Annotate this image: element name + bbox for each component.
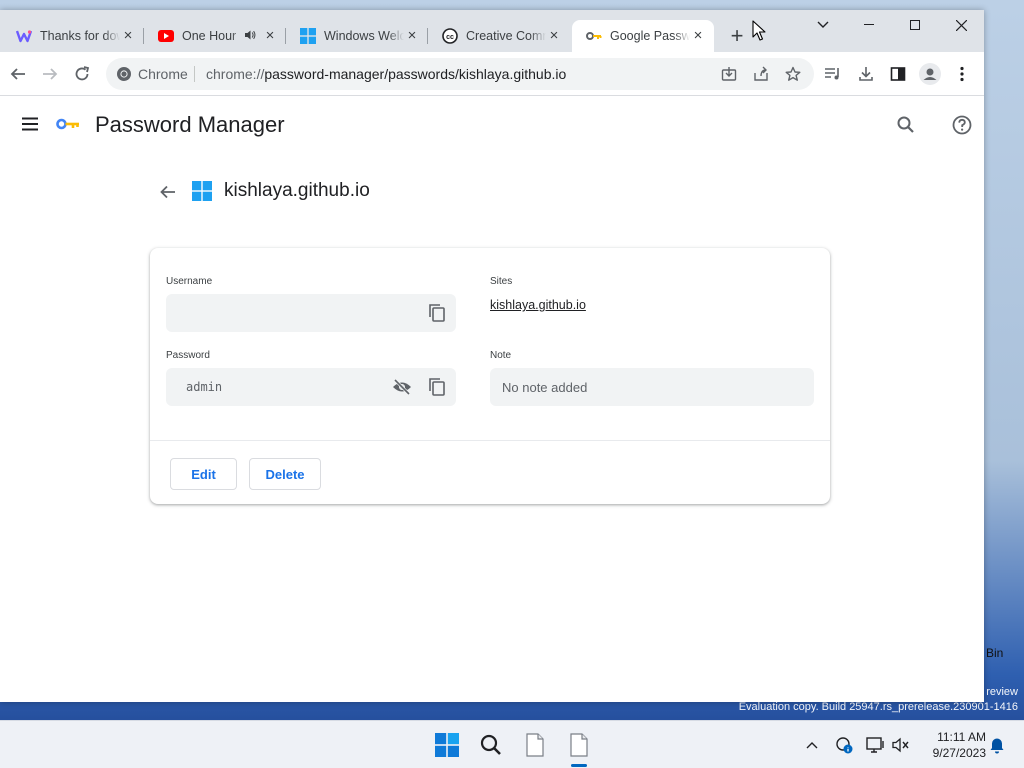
share-icon[interactable] bbox=[751, 64, 771, 84]
password-field[interactable]: admin bbox=[166, 368, 456, 406]
close-tab-icon[interactable]: × bbox=[120, 28, 136, 44]
username-field[interactable] bbox=[166, 294, 456, 332]
watermark-line1: review bbox=[986, 686, 1018, 698]
tab-creative-commons[interactable]: cc Creative Commons × bbox=[428, 20, 570, 52]
tab-password-manager[interactable]: Google Password Manager × bbox=[572, 20, 714, 52]
card-divider bbox=[150, 440, 830, 441]
search-icon[interactable] bbox=[475, 729, 507, 761]
windows-logo-icon bbox=[192, 181, 212, 201]
desktop-icon-label[interactable]: Bin bbox=[986, 646, 1003, 660]
password-manager-page: Password Manager kishlaya.github.io User… bbox=[0, 96, 984, 702]
maximize-button[interactable] bbox=[892, 10, 938, 40]
more-menu-icon[interactable] bbox=[948, 60, 976, 88]
copy-username-icon[interactable] bbox=[427, 303, 447, 323]
password-value: admin bbox=[186, 380, 223, 394]
note-placeholder: No note added bbox=[502, 380, 588, 395]
system-clock[interactable]: 11:11 AM 9/27/2023 bbox=[916, 729, 986, 761]
tab-title: Google Password Manager bbox=[610, 29, 690, 43]
search-icon[interactable] bbox=[895, 114, 917, 136]
profile-avatar[interactable] bbox=[916, 60, 944, 88]
forward-button[interactable] bbox=[36, 60, 64, 88]
url-path: password-manager/passwords/kishlaya.gith… bbox=[264, 66, 567, 82]
password-manager-logo-icon bbox=[56, 116, 80, 132]
sites-label: Sites bbox=[490, 276, 513, 287]
minimize-button[interactable] bbox=[846, 10, 892, 40]
watermark-line2: Evaluation copy. Build 25947.rs_prerelea… bbox=[738, 701, 1018, 713]
delete-button[interactable]: Delete bbox=[249, 458, 321, 490]
active-app-indicator bbox=[571, 764, 587, 767]
site-link[interactable]: kishlaya.github.io bbox=[490, 298, 586, 312]
edit-button[interactable]: Edit bbox=[170, 458, 237, 490]
hide-password-eye-icon[interactable] bbox=[392, 377, 412, 397]
clock-date: 9/27/2023 bbox=[932, 746, 986, 760]
close-tab-icon[interactable]: × bbox=[404, 28, 420, 44]
close-tab-icon[interactable]: × bbox=[690, 28, 706, 44]
chevron-up-icon[interactable] bbox=[802, 735, 822, 755]
site-title: kishlaya.github.io bbox=[224, 180, 370, 201]
reload-button[interactable] bbox=[68, 60, 96, 88]
bookmark-star-icon[interactable] bbox=[783, 64, 803, 84]
close-tab-icon[interactable]: × bbox=[262, 28, 278, 44]
tab-title: One Hour bbox=[182, 29, 237, 43]
mouse-cursor-icon bbox=[752, 20, 766, 42]
back-button[interactable] bbox=[4, 60, 32, 88]
cc-icon: cc bbox=[442, 28, 458, 44]
clock-time: 11:11 AM bbox=[937, 730, 986, 744]
chrome-chip-label: Chrome bbox=[138, 66, 188, 82]
copy-password-icon[interactable] bbox=[427, 377, 447, 397]
username-label: Username bbox=[166, 276, 213, 287]
note-label: Note bbox=[490, 350, 512, 361]
address-bar[interactable]: Chrome chrome://password-manager/passwor… bbox=[106, 58, 814, 90]
back-arrow-icon[interactable] bbox=[158, 182, 178, 202]
install-icon[interactable] bbox=[719, 64, 739, 84]
taskbar-app-file-icon[interactable] bbox=[519, 729, 551, 761]
key-icon bbox=[586, 28, 602, 44]
tab-title: Creative Commons bbox=[466, 29, 546, 43]
network-info-icon[interactable] bbox=[834, 735, 854, 755]
close-window-button[interactable] bbox=[938, 10, 984, 40]
tab-title: Windows Welcome bbox=[324, 29, 404, 43]
page-header: Password Manager bbox=[0, 96, 984, 154]
tab-thanks[interactable]: Thanks for downloading × bbox=[2, 20, 144, 52]
browser-window: Thanks for downloading × One Hour × Wind… bbox=[0, 10, 984, 702]
password-label: Password bbox=[166, 350, 210, 361]
close-tab-icon[interactable]: × bbox=[546, 28, 562, 44]
reading-list-icon[interactable] bbox=[819, 60, 847, 88]
url-scheme: chrome:// bbox=[206, 66, 265, 82]
tab-windows-welcome[interactable]: Windows Welcome × bbox=[286, 20, 428, 52]
svg-text:cc: cc bbox=[446, 34, 454, 41]
speaker-icon[interactable] bbox=[244, 29, 256, 44]
w-logo-icon bbox=[16, 28, 32, 44]
note-field[interactable]: No note added bbox=[490, 368, 814, 406]
browser-toolbar: Chrome chrome://password-manager/passwor… bbox=[0, 52, 984, 96]
windows-logo-icon bbox=[300, 28, 316, 44]
taskbar: 11:11 AM 9/27/2023 bbox=[0, 720, 1024, 768]
url-text[interactable]: chrome://password-manager/passwords/kish… bbox=[206, 66, 566, 82]
new-tab-button[interactable]: + bbox=[726, 25, 748, 48]
taskbar-app-active-file-icon[interactable] bbox=[563, 729, 595, 761]
tab-title: Thanks for downloading bbox=[40, 29, 120, 43]
downloads-icon[interactable] bbox=[852, 60, 880, 88]
notification-bell-icon[interactable] bbox=[987, 735, 1007, 755]
menu-icon[interactable] bbox=[20, 114, 40, 134]
tab-strip: Thanks for downloading × One Hour × Wind… bbox=[0, 10, 984, 52]
credential-header: kishlaya.github.io bbox=[158, 180, 458, 204]
credential-card: Username Password admin Sites kishlaya.g… bbox=[150, 248, 830, 504]
volume-muted-icon[interactable] bbox=[891, 735, 911, 755]
omnibox-divider bbox=[194, 66, 195, 82]
youtube-icon bbox=[158, 28, 174, 44]
tab-youtube[interactable]: One Hour × bbox=[144, 20, 286, 52]
chrome-logo-icon[interactable] bbox=[116, 66, 132, 82]
start-button[interactable] bbox=[431, 729, 463, 761]
page-title: Password Manager bbox=[95, 112, 285, 137]
help-icon[interactable] bbox=[951, 114, 973, 136]
side-panel-icon[interactable] bbox=[884, 60, 912, 88]
display-icon[interactable] bbox=[866, 735, 886, 755]
tab-search-chevron-icon[interactable] bbox=[800, 10, 846, 40]
